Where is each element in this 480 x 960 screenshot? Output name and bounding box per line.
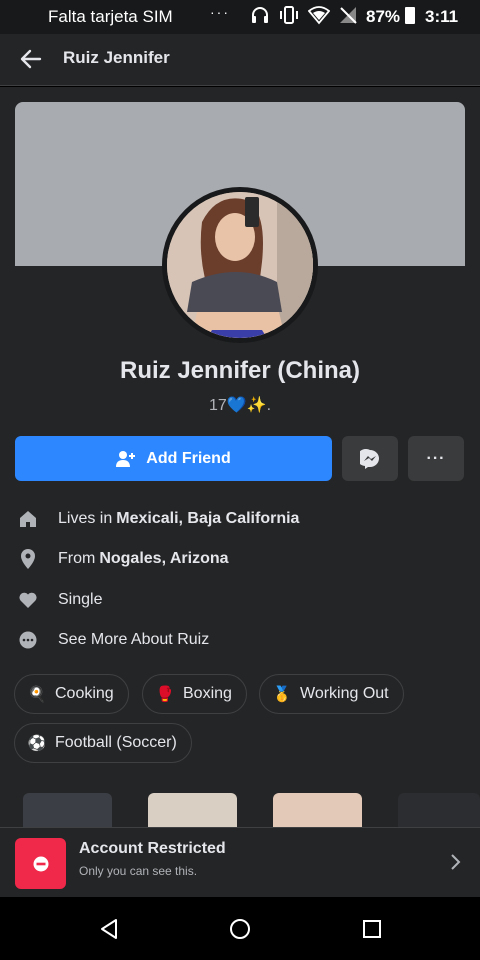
detail-from: From Nogales, Arizona — [18, 546, 458, 572]
add-friend-icon — [116, 450, 136, 467]
back-triangle-icon[interactable] — [97, 917, 121, 941]
battery-percent: 87% — [366, 7, 401, 26]
hobby-chip-boxing[interactable]: 🥊 Boxing — [142, 674, 247, 714]
banner-title: Account Restricted — [79, 840, 226, 857]
recents-square-icon[interactable] — [360, 917, 384, 941]
hobby-label: Working Out — [300, 685, 389, 702]
more-options-button[interactable]: ··· — [408, 436, 464, 481]
add-friend-label: Add Friend — [146, 449, 231, 467]
system-nav-bar — [0, 897, 480, 960]
detail-prefix: Lives in — [58, 510, 113, 527]
detail-value: Nogales, Arizona — [99, 550, 229, 567]
hobby-chip-working-out[interactable]: 🥇 Working Out — [259, 674, 404, 714]
status-bar: Falta tarjeta SIM ··· 87% 3:11 — [0, 0, 480, 34]
hobby-label: Cooking — [55, 685, 114, 702]
add-friend-button[interactable]: Add Friend — [15, 436, 332, 481]
notification-dots: ··· — [210, 4, 230, 20]
detail-relationship: Single — [18, 587, 458, 613]
location-pin-icon — [18, 549, 38, 569]
app-header: Ruiz Jennifer — [0, 34, 480, 86]
cooking-icon: 🍳 — [27, 686, 47, 703]
battery-icon — [405, 7, 415, 24]
vibrate-icon — [280, 6, 298, 24]
page-title: Ruiz Jennifer — [63, 48, 170, 67]
chevron-right-icon — [451, 854, 461, 870]
see-more-about-link[interactable]: See More About Ruiz — [18, 627, 458, 653]
home-icon — [18, 509, 38, 529]
profile-bio: 17💙✨. — [208, 397, 272, 414]
hobby-chip-cooking[interactable]: 🍳 Cooking — [14, 674, 129, 714]
arrow-left-icon[interactable] — [18, 46, 44, 72]
hobby-label: Boxing — [183, 685, 232, 702]
hobby-label: Football (Soccer) — [55, 734, 177, 751]
detail-prefix: Single — [58, 591, 103, 608]
boxing-glove-icon: 🥊 — [155, 686, 175, 703]
see-more-label: See More About Ruiz — [58, 631, 210, 648]
messenger-icon — [360, 448, 379, 469]
restricted-icon — [15, 838, 66, 889]
soccer-ball-icon: ⚽ — [27, 735, 47, 752]
carrier-text: Falta tarjeta SIM — [48, 7, 173, 26]
featured-photo[interactable] — [23, 793, 112, 827]
account-restricted-banner[interactable]: Account Restricted Only you can see this… — [0, 827, 480, 897]
profile-photo-illustration — [167, 192, 313, 338]
featured-photo[interactable] — [148, 793, 237, 827]
more-dots-icon — [18, 630, 38, 650]
profile-content[interactable]: Ruiz Jennifer (China) 17💙✨. Add Friend ·… — [0, 87, 480, 827]
featured-photos — [0, 793, 480, 827]
banner-subtitle: Only you can see this. — [79, 864, 198, 878]
profile-picture[interactable] — [167, 192, 313, 338]
home-circle-icon[interactable] — [228, 917, 252, 941]
no-signal-icon — [340, 7, 357, 24]
featured-photo[interactable] — [398, 793, 480, 827]
medal-icon: 🥇 — [272, 686, 292, 703]
hobby-chip-football[interactable]: ⚽ Football (Soccer) — [14, 723, 192, 763]
detail-prefix: From — [58, 550, 96, 567]
profile-name: Ruiz Jennifer (China) — [119, 357, 360, 384]
message-button[interactable] — [342, 436, 398, 481]
status-icons — [250, 5, 358, 25]
avatar[interactable] — [162, 187, 318, 343]
detail-lives-in: Lives in Mexicali, Baja California — [18, 506, 458, 532]
heart-icon — [18, 590, 38, 610]
detail-value: Mexicali, Baja California — [116, 510, 300, 527]
featured-photo[interactable] — [273, 793, 362, 827]
wifi-icon — [308, 6, 330, 25]
headphones-icon — [252, 7, 268, 23]
clock: 3:11 — [425, 7, 459, 26]
